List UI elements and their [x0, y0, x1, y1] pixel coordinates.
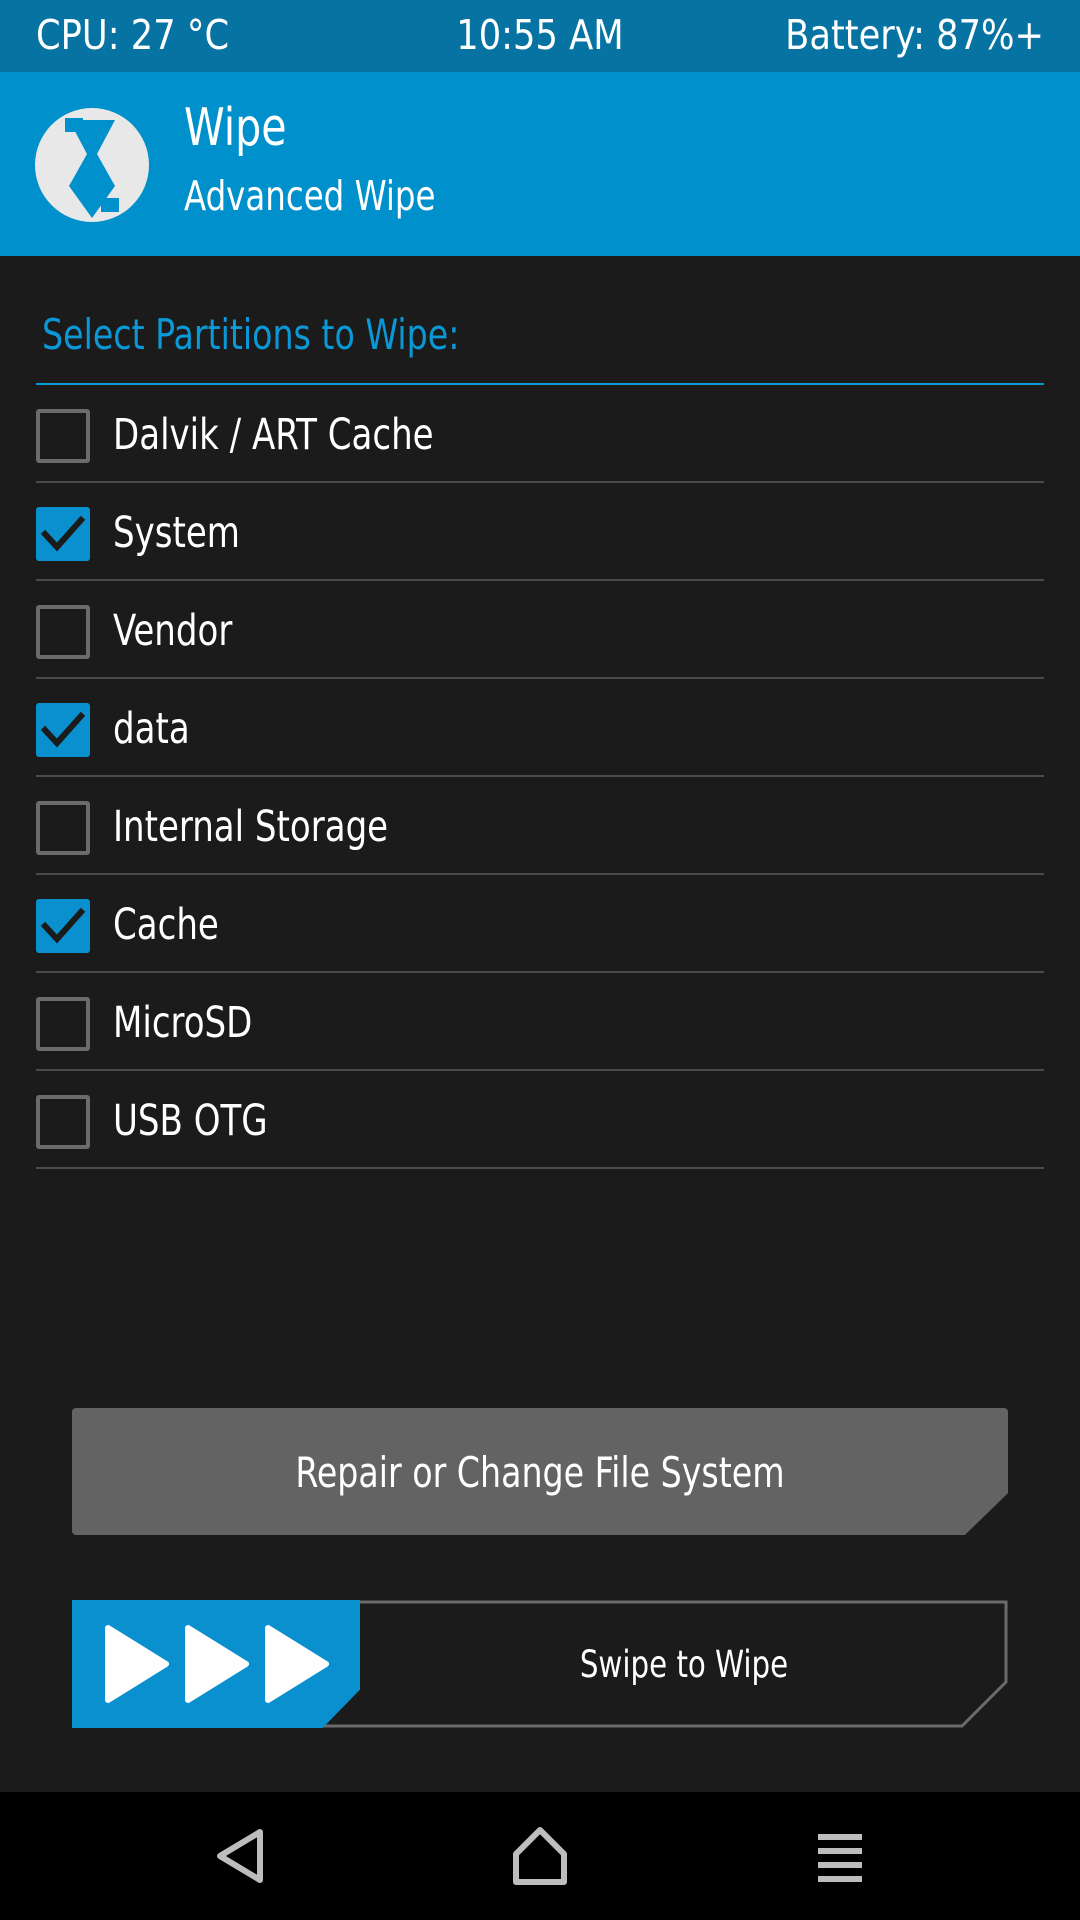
swipe-handle[interactable] [72, 1600, 360, 1728]
partition-label: Dalvik / ART Cache [113, 410, 434, 460]
menu-icon[interactable] [800, 1816, 880, 1896]
twrp-logo-icon [35, 108, 149, 222]
swipe-to-wipe-slider[interactable]: Swipe to Wipe [72, 1600, 1008, 1728]
checkbox[interactable] [36, 605, 90, 659]
checkbox[interactable] [36, 997, 90, 1051]
partition-label: Internal Storage [113, 802, 389, 852]
partition-section-title: Select Partitions to Wipe: [42, 310, 460, 359]
checkbox[interactable] [36, 1095, 90, 1149]
partition-row-vendor[interactable]: Vendor [36, 581, 1044, 679]
clock: 10:55 AM [456, 11, 624, 59]
home-icon[interactable] [500, 1816, 580, 1896]
page-subtitle: Advanced Wipe [184, 172, 436, 220]
partition-label: MicroSD [113, 998, 253, 1048]
partition-row-cache[interactable]: Cache [36, 875, 1044, 973]
triple-arrow-icon [105, 1625, 329, 1703]
partition-row-data[interactable]: data [36, 679, 1044, 777]
back-triangle-icon[interactable] [200, 1816, 280, 1896]
checkbox-checked[interactable] [36, 507, 90, 561]
partition-row-microsd[interactable]: MicroSD [36, 973, 1044, 1071]
checkbox-checked[interactable] [36, 899, 90, 953]
checkmark-icon [40, 711, 86, 748]
cpu-temperature: CPU: 27 °C [36, 11, 230, 59]
checkmark-icon [40, 515, 86, 552]
repair-filesystem-button[interactable]: Repair or Change File System [72, 1408, 1008, 1535]
partition-label: USB OTG [113, 1096, 268, 1146]
checkbox[interactable] [36, 409, 90, 463]
partition-label: Vendor [113, 606, 233, 656]
partition-row-system[interactable]: System [36, 483, 1044, 581]
navigation-bar [0, 1792, 1080, 1920]
status-bar: CPU: 27 °C 10:55 AM Battery: 87%+ [0, 0, 1080, 72]
partition-list: Dalvik / ART Cache System Vendor data In… [36, 385, 1044, 1169]
checkbox[interactable] [36, 801, 90, 855]
page-title: Wipe [184, 98, 287, 158]
partition-row-usb-otg[interactable]: USB OTG [36, 1071, 1044, 1169]
repair-filesystem-label: Repair or Change File System [295, 1448, 785, 1497]
checkbox-checked[interactable] [36, 703, 90, 757]
header: Wipe Advanced Wipe [0, 72, 1080, 256]
battery-status: Battery: 87%+ [785, 11, 1044, 59]
partition-row-internal-storage[interactable]: Internal Storage [36, 777, 1044, 875]
swipe-to-wipe-label: Swipe to Wipe [579, 1643, 789, 1686]
partition-label: Cache [113, 900, 219, 950]
partition-row-dalvik[interactable]: Dalvik / ART Cache [36, 385, 1044, 483]
partition-label: System [113, 508, 240, 558]
checkmark-icon [40, 907, 86, 944]
partition-label: data [113, 704, 190, 754]
